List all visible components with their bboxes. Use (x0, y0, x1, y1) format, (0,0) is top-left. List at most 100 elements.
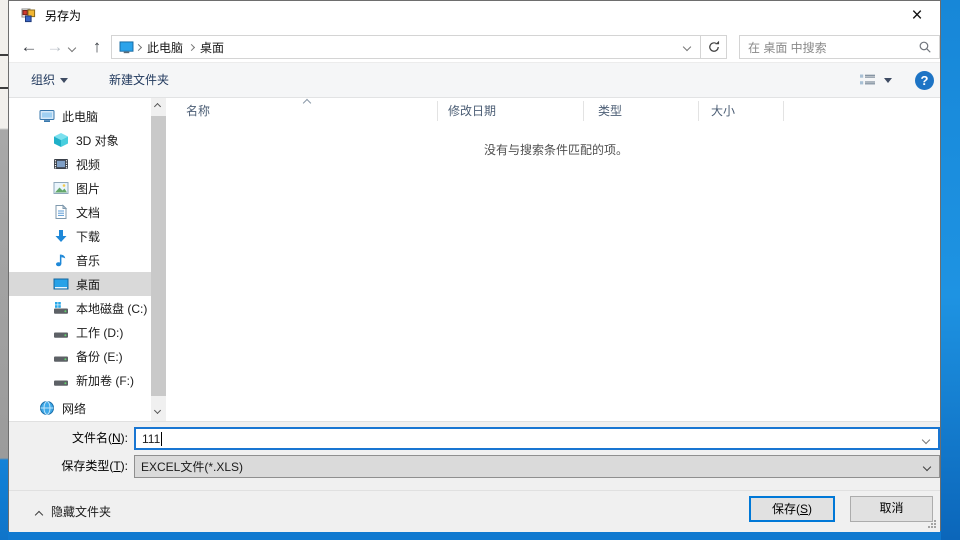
views-icon (859, 73, 877, 87)
screen: 另存为 × ← → ↑ 此电脑 桌面 (0, 0, 960, 540)
organize-dropdown-icon (60, 78, 68, 83)
sidebar-item-music[interactable]: 音乐 (9, 248, 151, 272)
views-button[interactable] (859, 73, 892, 87)
navigation-sidebar: 此电脑 3D 对象 (9, 98, 151, 421)
search-box[interactable]: 在 桌面 中搜索 (739, 35, 940, 59)
os-drive-icon (53, 300, 69, 316)
history-chevron-icon[interactable] (68, 44, 76, 52)
filename-value: 111 (142, 432, 160, 446)
sidebar-item-label: 此电脑 (62, 108, 98, 125)
scrollbar-thumb[interactable] (151, 116, 166, 396)
breadcrumb-desktop[interactable]: 桌面 (196, 39, 228, 56)
help-button[interactable]: ? (915, 71, 934, 90)
column-header-name[interactable]: 名称 (166, 101, 438, 121)
sidebar-item-desktop[interactable]: 桌面 (9, 272, 151, 296)
hide-folders-chevron-icon (35, 511, 43, 519)
text-caret (161, 432, 162, 446)
3d-objects-icon (53, 132, 69, 148)
title-bar[interactable]: 另存为 × (9, 1, 940, 32)
refresh-icon (707, 40, 721, 54)
sidebar-scrollbar[interactable] (151, 98, 166, 421)
empty-list-message: 没有与搜索条件匹配的项。 (336, 141, 776, 158)
organize-label: 组织 (31, 73, 55, 87)
sidebar-item-label: 桌面 (76, 276, 100, 293)
sidebar-item-label: 新加卷 (F:) (76, 372, 134, 389)
breadcrumb-chevron-icon (135, 43, 142, 50)
help-icon: ? (921, 73, 929, 88)
back-icon: ← (21, 37, 38, 56)
filename-label: 文件名(N): (9, 427, 128, 450)
sidebar-item-label: 3D 对象 (76, 132, 119, 149)
refresh-button[interactable] (701, 35, 727, 59)
cancel-button[interactable]: 取消 (850, 496, 933, 522)
new-folder-label: 新建文件夹 (109, 73, 169, 87)
address-pc-icon (119, 41, 134, 54)
navigation-bar: ← → ↑ 此电脑 桌面 (9, 32, 940, 62)
sidebar-item-videos[interactable]: 视频 (9, 152, 151, 176)
this-pc-icon (39, 108, 55, 124)
address-bar[interactable]: 此电脑 桌面 (111, 35, 701, 59)
sidebar-item-label: 备份 (E:) (76, 348, 123, 365)
new-folder-button[interactable]: 新建文件夹 (109, 63, 169, 97)
sidebar-item-label: 音乐 (76, 252, 100, 269)
pictures-icon (53, 180, 69, 196)
dialog-title: 另存为 (45, 1, 81, 31)
filetype-label: 保存类型(T): (9, 455, 128, 478)
dialog-footer: 文件名(N): 111 保存类型(T): EXCEL文件(*.XLS) 隐藏文件… (9, 421, 940, 532)
search-placeholder: 在 桌面 中搜索 (748, 39, 918, 56)
scroll-up-icon[interactable] (154, 103, 161, 110)
sidebar-item-drive-f[interactable]: 新加卷 (F:) (9, 368, 151, 392)
column-header-type[interactable]: 类型 (584, 101, 699, 121)
column-header-row: 名称 修改日期 类型 大小 (166, 98, 940, 124)
sidebar-item-documents[interactable]: 文档 (9, 200, 151, 224)
background-app-right-strip (941, 0, 960, 540)
search-icon[interactable] (918, 40, 932, 54)
music-icon (53, 252, 69, 268)
filetype-value: EXCEL文件(*.XLS) (141, 458, 243, 475)
column-header-date-modified[interactable]: 修改日期 (438, 101, 584, 121)
content-area: 此电脑 3D 对象 (9, 98, 940, 421)
forward-button[interactable]: → (43, 35, 67, 59)
sidebar-item-3d-objects[interactable]: 3D 对象 (9, 128, 151, 152)
resize-grip-icon[interactable] (926, 518, 936, 528)
save-button[interactable]: 保存(S) (749, 496, 835, 522)
back-button[interactable]: ← (17, 35, 41, 59)
sidebar-item-this-pc[interactable]: 此电脑 (9, 104, 151, 128)
sidebar-item-label: 本地磁盘 (C:) (76, 300, 147, 317)
sidebar-item-label: 网络 (62, 400, 86, 417)
drive-icon (53, 324, 69, 340)
sidebar-item-label: 图片 (76, 180, 100, 197)
up-button[interactable]: ↑ (85, 35, 109, 59)
filetype-select[interactable]: EXCEL文件(*.XLS) (134, 455, 940, 478)
sidebar-item-label: 工作 (D:) (76, 324, 123, 341)
column-header-size[interactable]: 大小 (699, 101, 784, 121)
sidebar-item-pictures[interactable]: 图片 (9, 176, 151, 200)
close-button[interactable]: × (894, 1, 940, 32)
address-dropdown-chevron-icon[interactable] (683, 43, 691, 51)
sidebar-item-label: 视频 (76, 156, 100, 173)
organize-button[interactable]: 组织 (31, 63, 68, 97)
sidebar-item-drive-e[interactable]: 备份 (E:) (9, 344, 151, 368)
desktop-icon (53, 276, 69, 292)
documents-icon (53, 204, 69, 220)
views-dropdown-icon (884, 78, 892, 83)
sidebar-item-label: 文档 (76, 204, 100, 221)
filename-input[interactable]: 111 (134, 427, 940, 450)
sidebar-item-downloads[interactable]: 下载 (9, 224, 151, 248)
sidebar-item-local-disk-c[interactable]: 本地磁盘 (C:) (9, 296, 151, 320)
network-icon (39, 400, 55, 416)
sidebar-item-drive-d[interactable]: 工作 (D:) (9, 320, 151, 344)
background-app-left-sliver (0, 0, 8, 540)
sidebar-item-network[interactable]: 网络 (9, 396, 151, 420)
hide-folders-button[interactable]: 隐藏文件夹 (36, 500, 111, 524)
breadcrumb-chevron-icon (188, 43, 195, 50)
background-app-bottom-strip (8, 531, 941, 540)
sidebar-item-label: 下载 (76, 228, 100, 245)
scroll-down-icon[interactable] (154, 407, 161, 414)
drive-icon (53, 348, 69, 364)
hide-folders-label: 隐藏文件夹 (51, 505, 111, 519)
close-icon: × (911, 5, 922, 26)
filename-dropdown-chevron-icon[interactable] (922, 436, 930, 444)
breadcrumb-this-pc[interactable]: 此电脑 (143, 39, 187, 56)
forward-icon: → (47, 37, 64, 56)
